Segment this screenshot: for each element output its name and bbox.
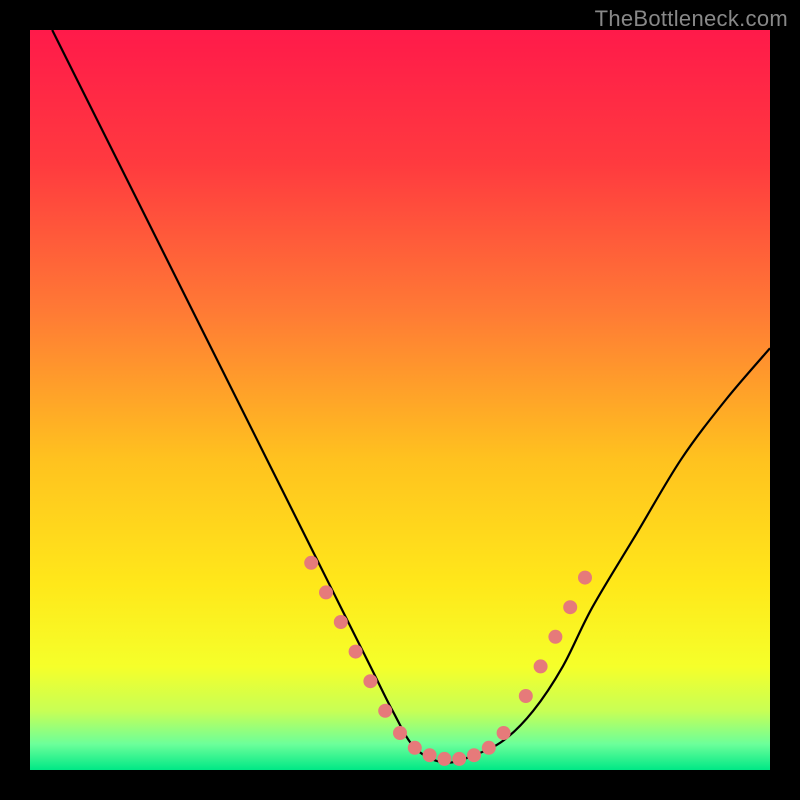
plot-area — [30, 30, 770, 770]
highlight-dot — [319, 585, 333, 599]
highlight-dot — [363, 674, 377, 688]
highlight-dot — [304, 556, 318, 570]
highlight-dot — [349, 645, 363, 659]
highlight-dot — [497, 726, 511, 740]
highlight-dot — [534, 659, 548, 673]
highlight-dot — [563, 600, 577, 614]
highlight-dot — [393, 726, 407, 740]
highlight-dot — [408, 741, 422, 755]
highlight-dot — [578, 571, 592, 585]
gradient-background — [30, 30, 770, 770]
highlight-dot — [519, 689, 533, 703]
highlight-dot — [548, 630, 562, 644]
highlight-dot — [482, 741, 496, 755]
highlight-dot — [378, 704, 392, 718]
highlight-dot — [334, 615, 348, 629]
bottleneck-chart — [30, 30, 770, 770]
highlight-dot — [467, 748, 481, 762]
highlight-dot — [423, 748, 437, 762]
highlight-dot — [452, 752, 466, 766]
watermark-text: TheBottleneck.com — [595, 6, 788, 32]
highlight-dot — [437, 752, 451, 766]
